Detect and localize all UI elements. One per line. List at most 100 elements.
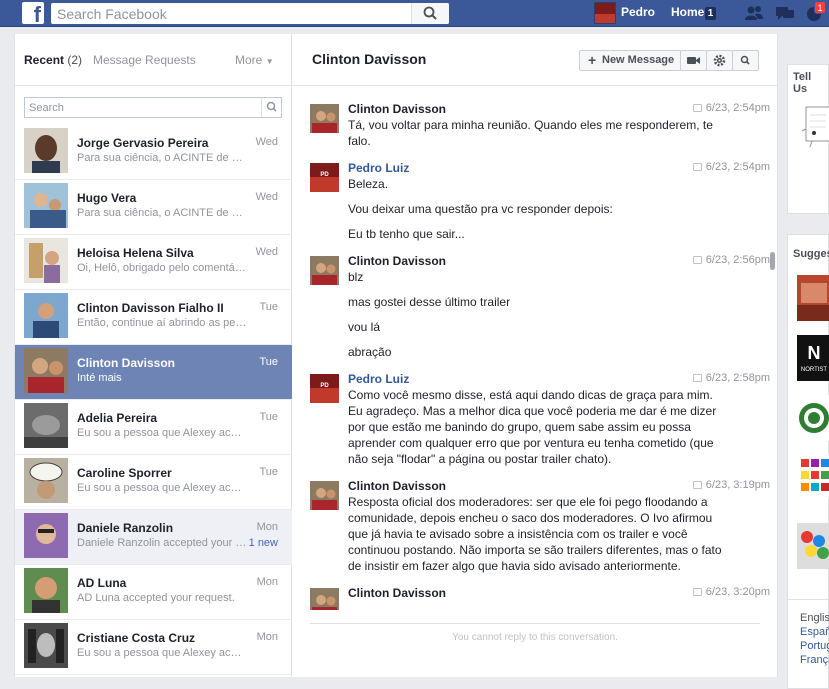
message-text: mas gostei desse último trailer bbox=[348, 295, 511, 309]
language-link[interactable]: Españ bbox=[800, 626, 829, 638]
message-status-icon bbox=[692, 163, 702, 171]
thread-name: Hugo Vera bbox=[77, 191, 137, 205]
thread-preview: Eu sou a pessoa que Alexey acus... bbox=[77, 647, 247, 659]
thread-item[interactable]: Cristiane Costa Cruz Eu sou a pessoa que… bbox=[15, 620, 292, 675]
message-time-text: 6/23, 2:54pm bbox=[705, 102, 770, 114]
language-link[interactable]: Portug bbox=[800, 640, 829, 652]
svg-text:PD: PD bbox=[320, 383, 329, 389]
thread-name: AD Luna bbox=[77, 576, 127, 590]
language-box: English Españ Portug França bbox=[787, 599, 829, 689]
message-time-text: 6/23, 3:19pm bbox=[705, 479, 770, 491]
tell-us-heading: Tell Us bbox=[793, 71, 812, 95]
suggested-page-thumb[interactable]: N NORTIST bbox=[797, 335, 829, 381]
thread-name: Clinton Davisson bbox=[77, 356, 176, 370]
thread-avatar bbox=[24, 183, 68, 228]
message-group: Clinton Davisson 6/23, 3:19pm Resposta o… bbox=[292, 476, 778, 574]
video-call-button[interactable] bbox=[680, 50, 707, 71]
new-message-button[interactable]: + New Message bbox=[579, 50, 681, 71]
suggested-page-thumb[interactable] bbox=[797, 275, 829, 321]
thread-search-input[interactable] bbox=[25, 98, 261, 117]
thread-preview: Eu sou a pessoa que Alexey acus... bbox=[77, 482, 247, 494]
thread-preview: Inté mais bbox=[77, 372, 122, 384]
language-current: English bbox=[800, 612, 829, 624]
message-text: blz bbox=[348, 270, 364, 284]
sender-avatar[interactable] bbox=[310, 481, 339, 510]
sender-avatar[interactable]: PD bbox=[310, 374, 339, 403]
message-text: Resposta oficial dos moderadores: ser qu… bbox=[348, 495, 722, 573]
language-link[interactable]: França bbox=[800, 654, 829, 666]
thread-avatar bbox=[24, 568, 68, 613]
suggested-page-thumb[interactable] bbox=[797, 523, 829, 569]
video-camera-icon bbox=[687, 57, 700, 64]
thread-preview: AD Luna accepted your request. bbox=[77, 592, 235, 604]
message-time: 6/23, 3:19pm bbox=[692, 479, 770, 491]
message-text: Vou deixar uma questão pra vc responder … bbox=[348, 202, 613, 216]
conversation-panel: Clinton Davisson + New Message Clinton Da… bbox=[292, 34, 778, 677]
sender-avatar[interactable] bbox=[310, 256, 339, 285]
sender-avatar[interactable] bbox=[310, 104, 339, 133]
thread-item[interactable]: Caroline Sporrer Eu sou a pessoa que Ale… bbox=[15, 455, 292, 510]
message-time: 6/23, 2:54pm bbox=[692, 102, 770, 114]
tab-message-requests[interactable]: Message Requests bbox=[93, 53, 196, 67]
sender-avatar[interactable] bbox=[310, 588, 339, 610]
tab-more-label: More bbox=[235, 53, 263, 67]
global-search bbox=[51, 3, 449, 24]
message-status-icon bbox=[692, 256, 702, 264]
global-search-button[interactable] bbox=[411, 3, 449, 24]
gear-icon bbox=[713, 54, 726, 67]
thread-preview: Para sua ciência, o ACINTE de Cl... bbox=[77, 207, 247, 219]
global-search-input[interactable] bbox=[51, 3, 411, 24]
message-group: Clinton Davisson 6/23, 3:20pm bbox=[292, 583, 778, 610]
thread-item-active[interactable]: Clinton Davisson Inté mais Tue bbox=[15, 345, 292, 400]
conversation-settings-button[interactable] bbox=[706, 50, 733, 71]
conversation-title[interactable]: Clinton Davisson bbox=[312, 51, 426, 67]
message-time-text: 6/23, 3:20pm bbox=[705, 586, 770, 598]
suggested-pages-box: Sugges N NORTIST bbox=[787, 234, 829, 604]
message-text: Eu tb tenho que sair... bbox=[348, 227, 465, 241]
tab-recent-label: Recent bbox=[24, 53, 65, 67]
thread-avatar bbox=[24, 348, 68, 393]
thread-avatar bbox=[24, 238, 68, 283]
suggested-page-thumb[interactable] bbox=[797, 395, 829, 441]
thread-item[interactable]: AD Luna AD Luna accepted your request. M… bbox=[15, 565, 292, 620]
thread-date: Wed bbox=[255, 246, 278, 258]
tab-more[interactable]: More ▼ bbox=[235, 53, 274, 67]
thread-avatar bbox=[24, 293, 68, 338]
suggested-page-thumb[interactable] bbox=[797, 453, 829, 499]
friend-requests-icon[interactable] bbox=[744, 5, 764, 21]
thread-item[interactable]: Adelia Pereira Eu sou a pessoa que Alexe… bbox=[15, 400, 292, 455]
sender-avatar[interactable]: PD bbox=[310, 163, 339, 192]
thread-date: Tue bbox=[259, 301, 278, 313]
thread-avatar bbox=[24, 403, 68, 448]
thread-name: Jorge Gervasio Pereira bbox=[77, 136, 209, 150]
thread-search bbox=[24, 97, 282, 118]
svg-text:N: N bbox=[808, 343, 821, 363]
top-navigation-bar: f Pedro Home 1 1 bbox=[0, 0, 829, 27]
thread-preview: Para sua ciência, o ACINTE de Cl... bbox=[77, 152, 247, 164]
message-time: 6/23, 3:20pm bbox=[692, 586, 770, 598]
thread-item[interactable]: Clinton Davisson Fialho II Então, contin… bbox=[15, 290, 292, 345]
thread-item[interactable]: Jorge Gervasio Pereira Para sua ciência,… bbox=[15, 125, 292, 180]
thread-item-unread[interactable]: Daniele Ranzolin Daniele Ranzolin accept… bbox=[15, 510, 292, 565]
thread-search-button[interactable] bbox=[261, 98, 281, 117]
plus-icon: + bbox=[588, 52, 597, 68]
tab-recent[interactable]: Recent (2) bbox=[24, 53, 82, 67]
svg-text:NORTIST: NORTIST bbox=[801, 367, 828, 373]
message-status-icon bbox=[692, 374, 702, 382]
facebook-logo[interactable]: f bbox=[22, 2, 44, 24]
message-status-icon bbox=[692, 588, 702, 596]
tell-us-box: Tell Us bbox=[787, 64, 829, 214]
thread-item[interactable]: Heloisa Helena Silva Oi, Helô, obrigado … bbox=[15, 235, 292, 290]
thread-date: Wed bbox=[255, 191, 278, 203]
profile-avatar[interactable] bbox=[594, 2, 616, 24]
profile-link[interactable]: Pedro bbox=[621, 0, 655, 27]
conversation-search-button[interactable] bbox=[732, 50, 759, 71]
thread-date: Mon bbox=[256, 576, 278, 588]
right-sidebar: Tell Us Sugges N NORTIST English Españ Po… bbox=[786, 34, 829, 689]
thread-item[interactable]: Hugo Vera Para sua ciência, o ACINTE de … bbox=[15, 180, 292, 235]
home-link[interactable]: Home bbox=[671, 0, 704, 27]
messages-icon[interactable] bbox=[775, 5, 795, 21]
thread-list: Jorge Gervasio Pereira Para sua ciência,… bbox=[15, 125, 292, 677]
search-icon bbox=[423, 6, 437, 20]
message-scrollbar[interactable] bbox=[770, 252, 775, 270]
